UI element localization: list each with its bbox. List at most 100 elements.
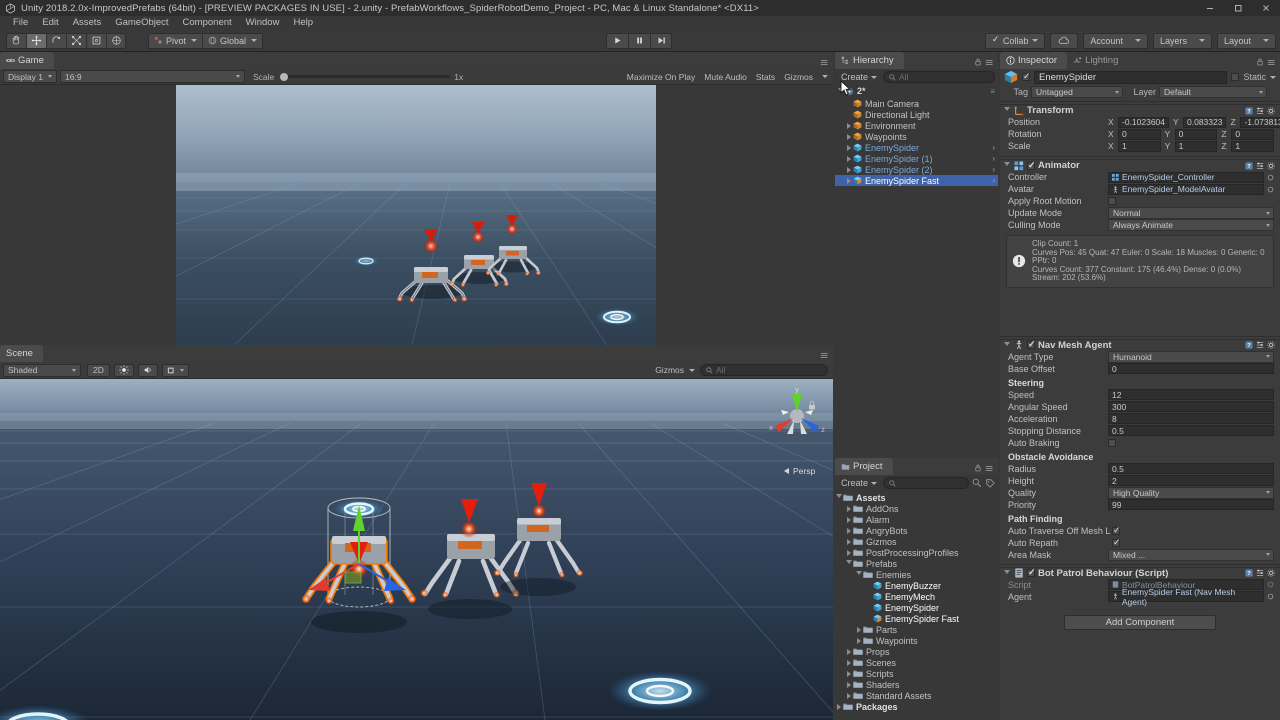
- expand-triangle-icon[interactable]: [845, 516, 853, 523]
- scene-view-canvas[interactable]: y x z Persp: [0, 379, 833, 720]
- scale-tool-icon[interactable]: [66, 32, 86, 49]
- gizmos-dropdown[interactable]: Gizmos: [784, 72, 813, 82]
- hand-tool-icon[interactable]: [6, 32, 26, 49]
- hierarchy-item-enemyspider-fast[interactable]: EnemySpider Fast ›: [835, 175, 998, 186]
- expand-triangle-icon[interactable]: [845, 155, 853, 162]
- hierarchy-item-enemyspider-2[interactable]: EnemySpider (2) ›: [835, 164, 998, 175]
- navmesh-enabled-checkbox[interactable]: [1027, 339, 1036, 349]
- project-item-addons[interactable]: AddOns: [835, 503, 998, 514]
- avatar-field[interactable]: EnemySpider_ModelAvatar: [1108, 183, 1264, 195]
- layers-button[interactable]: Layers: [1152, 32, 1212, 49]
- expand-triangle-icon[interactable]: [855, 637, 863, 644]
- step-button[interactable]: [650, 32, 672, 49]
- hierarchy-create-button[interactable]: Create: [838, 71, 880, 84]
- cloud-button[interactable]: [1050, 32, 1079, 49]
- transform-foldout-icon[interactable]: [1003, 107, 1011, 114]
- preset-icon[interactable]: [1256, 107, 1264, 115]
- tab-hierarchy[interactable]: Hierarchy: [835, 52, 904, 69]
- stopping-distance-field[interactable]: 0.5: [1108, 425, 1274, 436]
- tab-game[interactable]: Game: [0, 52, 54, 69]
- rotate-tool-icon[interactable]: [46, 32, 66, 49]
- maximize-button[interactable]: [1224, 0, 1252, 16]
- filter-by-label-icon[interactable]: [985, 478, 995, 488]
- hierarchy-item-enemyspider[interactable]: EnemySpider ›: [835, 142, 998, 153]
- quality-dropdown[interactable]: High Quality: [1108, 486, 1274, 499]
- scale-slider-knob[interactable]: [280, 72, 289, 81]
- expand-triangle-icon[interactable]: [845, 538, 853, 545]
- project-item-props[interactable]: Props: [835, 646, 998, 657]
- height-field[interactable]: 2: [1108, 475, 1274, 486]
- hierarchy-tab-icons[interactable]: [975, 58, 995, 66]
- expand-triangle-icon[interactable]: [835, 494, 843, 501]
- auto-braking-checkbox[interactable]: [1108, 438, 1116, 447]
- controller-field[interactable]: EnemySpider_Controller: [1108, 171, 1264, 183]
- expand-triangle-icon[interactable]: [845, 133, 853, 140]
- project-item-alarm[interactable]: Alarm: [835, 514, 998, 525]
- object-picker-icon[interactable]: [1267, 186, 1274, 193]
- scene-search-input[interactable]: All: [700, 364, 828, 376]
- menu-gameobject[interactable]: GameObject: [108, 16, 175, 30]
- expand-triangle-icon[interactable]: [845, 681, 853, 688]
- hierarchy-item-main-camera[interactable]: Main Camera: [835, 98, 998, 109]
- expand-triangle-icon[interactable]: [845, 177, 853, 184]
- global-toggle[interactable]: Global: [202, 32, 264, 49]
- rotation-y[interactable]: Y0: [1165, 128, 1218, 140]
- tag-dropdown[interactable]: Untagged: [1031, 86, 1123, 98]
- static-caret-icon[interactable]: [1270, 75, 1276, 79]
- project-item-enemies[interactable]: Enemies: [835, 569, 998, 580]
- static-checkbox[interactable]: [1231, 73, 1240, 81]
- expand-triangle-icon[interactable]: [845, 560, 853, 567]
- project-item-parts[interactable]: Parts: [835, 624, 998, 635]
- preset-icon[interactable]: [1256, 162, 1264, 170]
- speed-field[interactable]: 12: [1108, 389, 1274, 400]
- scale-y[interactable]: Y1: [1165, 140, 1218, 152]
- tab-scene[interactable]: Scene: [0, 345, 43, 362]
- layer-dropdown[interactable]: Default: [1159, 86, 1267, 98]
- mute-audio-toggle[interactable]: Mute Audio: [704, 72, 747, 82]
- scene-gizmos-dropdown[interactable]: Gizmos: [655, 365, 684, 375]
- tab-lighting[interactable]: Lighting: [1067, 52, 1129, 69]
- bot-patrol-foldout-icon[interactable]: [1003, 569, 1011, 577]
- menu-window[interactable]: Window: [239, 16, 287, 30]
- collab-button[interactable]: Collab: [984, 32, 1046, 49]
- pause-button[interactable]: [628, 32, 650, 49]
- maximize-on-play-toggle[interactable]: Maximize On Play: [627, 72, 696, 82]
- hierarchy-item-directional-light[interactable]: Directional Light: [835, 109, 998, 120]
- hierarchy-item-waypoints[interactable]: Waypoints: [835, 131, 998, 142]
- stats-toggle[interactable]: Stats: [756, 72, 775, 82]
- project-item-packages[interactable]: Packages: [835, 701, 998, 712]
- pivot-toggle[interactable]: Pivot: [148, 32, 203, 49]
- scale-slider[interactable]: [280, 72, 451, 81]
- bot-patrol-component-header[interactable]: Bot Patrol Behaviour (Script) ?: [1000, 566, 1280, 579]
- project-item-assets[interactable]: Assets: [835, 492, 998, 503]
- hierarchy-item-enemyspider-1[interactable]: EnemySpider (1) ›: [835, 153, 998, 164]
- expand-triangle-icon[interactable]: [845, 144, 853, 151]
- project-item-prefabs[interactable]: Prefabs: [835, 558, 998, 569]
- tab-project[interactable]: Project: [835, 458, 893, 475]
- prefab-open-arrow-icon[interactable]: ›: [992, 143, 995, 152]
- scale-x[interactable]: X1: [1108, 140, 1161, 152]
- area-mask-dropdown[interactable]: Mixed ...: [1108, 548, 1274, 561]
- display-dropdown[interactable]: Display 1: [3, 70, 57, 83]
- bot-patrol-enabled-checkbox[interactable]: [1027, 567, 1036, 577]
- layout-button[interactable]: Layout: [1216, 32, 1276, 49]
- expand-triangle-icon[interactable]: [845, 670, 853, 677]
- project-search-input[interactable]: [883, 477, 969, 489]
- object-picker-icon[interactable]: [1267, 174, 1274, 181]
- position-z[interactable]: Z -1.073813: [1230, 116, 1280, 128]
- update-mode-dropdown[interactable]: Normal: [1108, 207, 1274, 219]
- expand-triangle-icon[interactable]: [845, 166, 853, 173]
- help-icon[interactable]: ?: [1245, 569, 1253, 577]
- hierarchy-item-environment[interactable]: Environment: [835, 120, 998, 131]
- help-icon[interactable]: ?: [1245, 341, 1253, 349]
- expand-triangle-icon[interactable]: [835, 703, 843, 710]
- aspect-dropdown[interactable]: 16:9: [60, 70, 245, 83]
- expand-triangle-icon[interactable]: [845, 692, 853, 699]
- hierarchy-search-input[interactable]: All: [883, 71, 995, 83]
- project-item-enemymech[interactable]: EnemyMech: [835, 591, 998, 602]
- expand-triangle-icon[interactable]: [845, 505, 853, 512]
- auto-traverse-checkbox[interactable]: [1112, 525, 1121, 535]
- gear-icon[interactable]: [1267, 341, 1275, 349]
- move-tool-icon[interactable]: [26, 32, 46, 49]
- lighting-toggle-icon[interactable]: [113, 363, 134, 377]
